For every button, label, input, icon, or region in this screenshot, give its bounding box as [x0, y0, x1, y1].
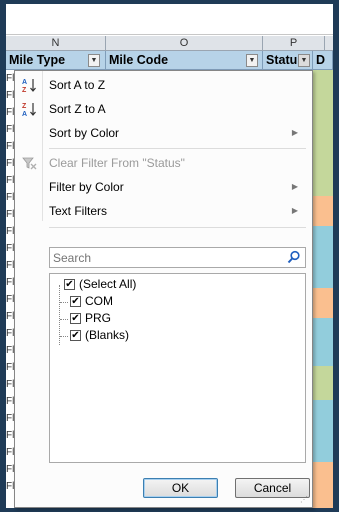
status-filter-dropdown-icon[interactable]: ▼ [298, 54, 310, 67]
cell[interactable]: Fl [6, 376, 14, 393]
sort-descending-icon: Z A [21, 101, 37, 118]
header-mile-code: Mile Code [106, 51, 263, 70]
cell[interactable]: Fl [6, 189, 14, 206]
prg-label: PRG [85, 311, 112, 325]
filter-values-list[interactable]: ✔ (Select All) ✔ COM ✔ PRG ✔ (Blanks) [49, 273, 306, 463]
submenu-arrow-icon: ▶ [291, 128, 298, 137]
cell[interactable]: Fl [6, 206, 14, 223]
cell[interactable]: Fl [6, 104, 14, 121]
header-status-label: Statu [266, 53, 298, 67]
sort-z-to-a-label: Sort Z to A [49, 102, 106, 116]
cell[interactable]: Fl [6, 257, 14, 274]
header-row: Mile Type ▼ Mile Code ▼ Statu ▼ D [6, 51, 333, 70]
submenu-arrow-icon: ▶ [291, 206, 298, 215]
com-checkbox[interactable]: ✔ [70, 296, 81, 307]
cell[interactable] [313, 130, 333, 196]
com-label: COM [85, 294, 113, 308]
cell[interactable]: Fl [6, 410, 14, 427]
header-d-label: D [316, 53, 326, 67]
tree-connector [60, 302, 68, 303]
column-letter-headers: N O P [6, 36, 333, 51]
cell[interactable] [313, 400, 333, 462]
cell[interactable]: Fl [6, 325, 14, 342]
cancel-button[interactable]: Cancel [235, 478, 310, 498]
search-icon[interactable] [287, 250, 301, 264]
sort-z-to-a-item[interactable]: Z A Sort Z to A [15, 97, 312, 121]
column-q-cells [313, 70, 333, 508]
cell[interactable]: Fl [6, 138, 14, 155]
cell[interactable]: Fl [6, 308, 14, 325]
prg-checkbox[interactable]: ✔ [70, 313, 81, 324]
cell[interactable]: Fl [6, 342, 14, 359]
cell[interactable] [313, 288, 333, 318]
submenu-arrow-icon: ▶ [291, 182, 298, 191]
svg-text:A: A [22, 111, 27, 117]
header-mile-type-label: Mile Type [9, 53, 66, 67]
text-filters-label: Text Filters [49, 204, 108, 218]
sort-by-color-item[interactable]: Sort by Color ▶ [15, 121, 312, 145]
select-all-label: (Select All) [79, 277, 137, 291]
ok-button[interactable]: OK [143, 478, 218, 498]
clear-filter-item[interactable]: Clear Filter From "Status" [15, 151, 312, 175]
resize-grip-icon[interactable]: ⋰ [300, 495, 310, 505]
sort-a-to-z-label: Sort A to Z [49, 78, 106, 92]
tree-connector [60, 336, 68, 337]
autofilter-menu: A Z Sort A to Z Z A Sort Z to A Sort by … [14, 70, 313, 508]
cell[interactable] [313, 318, 333, 366]
svg-text:Z: Z [22, 87, 27, 93]
search-input[interactable] [53, 248, 273, 267]
cell[interactable]: Fl [6, 444, 14, 461]
menu-divider [49, 227, 306, 228]
menu-divider [49, 148, 306, 149]
cell[interactable]: Fl [6, 240, 14, 257]
column-letter-n[interactable]: N [6, 36, 106, 51]
cell[interactable]: Fl [6, 155, 14, 172]
filter-by-color-label: Filter by Color [49, 180, 124, 194]
filter-by-color-item[interactable]: Filter by Color ▶ [15, 175, 312, 199]
cell[interactable]: Fl [6, 478, 14, 495]
cell[interactable]: Fl [6, 70, 14, 87]
svg-text:Z: Z [22, 103, 27, 110]
cell[interactable]: Fl [6, 359, 14, 376]
formula-bar[interactable] [6, 4, 333, 35]
cell[interactable]: Fl [6, 461, 14, 478]
column-letter-p[interactable]: P [263, 36, 325, 51]
cell[interactable]: Fl [6, 172, 14, 189]
clear-filter-label: Clear Filter From "Status" [49, 156, 185, 170]
cell[interactable]: Fl [6, 87, 14, 104]
clear-filter-icon [21, 155, 37, 171]
cell[interactable]: Fl [6, 427, 14, 444]
cell[interactable]: Fl [6, 291, 14, 308]
sort-by-color-label: Sort by Color [49, 126, 120, 140]
header-d: D [313, 51, 333, 70]
svg-text:A: A [22, 79, 27, 86]
blanks-checkbox[interactable]: ✔ [70, 330, 81, 341]
cell[interactable]: Fl [6, 223, 14, 240]
mile-type-filter-dropdown-icon[interactable]: ▼ [88, 54, 100, 67]
blanks-label: (Blanks) [85, 328, 130, 342]
cell[interactable] [313, 462, 333, 508]
cell[interactable] [313, 366, 333, 400]
text-filters-item[interactable]: Text Filters ▶ [15, 199, 312, 223]
column-letter-o[interactable]: O [106, 36, 263, 51]
cell[interactable]: Fl [6, 393, 14, 410]
sort-a-to-z-item[interactable]: A Z Sort A to Z [15, 73, 312, 97]
mile-code-filter-dropdown-icon[interactable]: ▼ [246, 54, 258, 67]
header-mile-code-label: Mile Code [109, 53, 169, 67]
sort-ascending-icon: A Z [21, 77, 37, 94]
column-n-cells: Fl Fl Fl Fl Fl Fl Fl Fl Fl Fl Fl Fl Fl F… [6, 70, 14, 508]
cell[interactable] [313, 70, 333, 130]
cell[interactable]: Fl [6, 274, 14, 291]
search-box[interactable] [49, 247, 306, 268]
select-all-checkbox[interactable]: ✔ [64, 279, 75, 290]
cell[interactable] [313, 226, 333, 288]
tree-connector [60, 319, 68, 320]
cell[interactable] [313, 196, 333, 226]
cell[interactable]: Fl [6, 121, 14, 138]
